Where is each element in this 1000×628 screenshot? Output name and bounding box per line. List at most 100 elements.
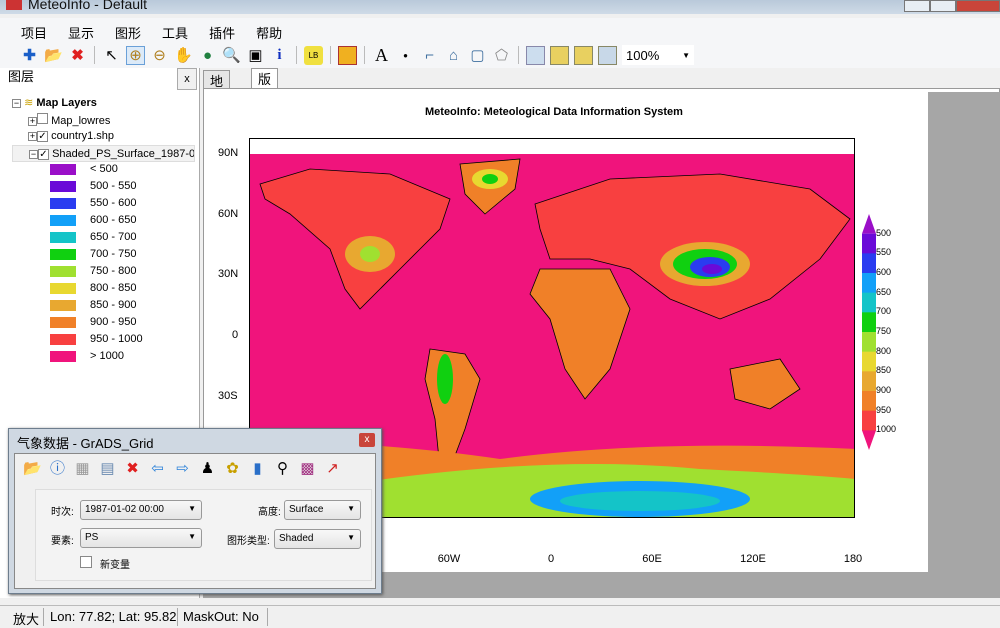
animation-settings-icon[interactable]: ✿ [223, 458, 242, 477]
label-icon[interactable]: LB [304, 45, 323, 65]
variable-select[interactable]: PS ▼ [80, 528, 202, 548]
polyline-icon[interactable]: ⌐ [420, 46, 439, 65]
menu-plugins[interactable]: 插件 [209, 23, 235, 42]
open-folder-icon[interactable]: 📂 [23, 458, 42, 477]
menu-help[interactable]: 帮助 [256, 23, 282, 42]
dialog-toolbar: 📂 ⓘ ▦ ▤ ✖ ⇦ ⇨ ♟ ✿ ▮ ⚲ ▩ ↗ [23, 458, 342, 478]
section-icon[interactable]: ⚲ [273, 458, 292, 477]
page-setup-icon[interactable] [526, 45, 545, 65]
dialog-options-group: 时次: 1987-01-02 00:00 ▼ 高度: Surface ▼ 要素: P… [35, 489, 372, 581]
legend-item[interactable]: 550 - 600 [50, 197, 136, 209]
tree-root[interactable]: − ≋ Map Layers [12, 96, 97, 109]
dialog-close-button[interactable]: x [359, 433, 375, 447]
info-icon[interactable]: i [270, 46, 289, 65]
collapse-icon[interactable]: − [29, 150, 38, 159]
layer-item-shaded-ps[interactable]: − ✓ Shaded_PS_Surface_1987-0 [12, 145, 195, 162]
time-select[interactable]: 1987-01-02 00:00 ▼ [80, 500, 202, 520]
pointer-icon[interactable]: ↖ [102, 46, 121, 65]
legend-item[interactable]: 700 - 750 [50, 248, 136, 260]
legend-edit-icon[interactable]: ▮ [248, 458, 267, 477]
layers-panel-close-button[interactable]: x [177, 68, 197, 90]
page-zoom-in-icon[interactable] [550, 45, 569, 65]
colorbar-label: 550 [876, 247, 892, 258]
zoom-level-select[interactable]: 100% ▼ [622, 45, 694, 65]
level-select[interactable]: Surface ▼ [284, 500, 361, 520]
pan-hand-icon[interactable]: ✋ [174, 46, 193, 65]
remove-icon[interactable]: ✖ [68, 46, 87, 65]
point-icon[interactable]: ● [396, 46, 415, 65]
legend-item[interactable]: < 500 [50, 163, 118, 175]
plot-chart-icon[interactable]: ↗ [323, 458, 342, 477]
level-value: Surface [289, 504, 324, 515]
new-variable-checkbox[interactable] [80, 556, 92, 568]
info-icon[interactable]: ⓘ [48, 458, 67, 477]
save-icon[interactable] [338, 45, 357, 65]
legend-item[interactable]: > 1000 [50, 350, 124, 362]
legend-label: 600 - 650 [90, 214, 137, 226]
layer-checkbox[interactable] [37, 113, 48, 124]
polygon-icon[interactable]: ⬠ [492, 46, 511, 65]
meteo-data-dialog: 气象数据 - GrADS_Grid x 📂 ⓘ ▦ ▤ ✖ ⇦ ⇨ ♟ ✿ ▮ … [8, 428, 382, 594]
tab-layout[interactable]: 版面 [251, 68, 279, 106]
page-fit-icon[interactable] [598, 45, 617, 65]
status-mode: 放大 [13, 612, 40, 627]
legend-swatch [50, 299, 76, 311]
collapse-icon[interactable]: − [12, 99, 21, 108]
rectangle-icon[interactable]: ▢ [468, 46, 487, 65]
curve-polygon-icon[interactable]: ⌂ [444, 46, 463, 65]
legend-swatch [50, 197, 76, 209]
animation-icon[interactable]: ♟ [198, 458, 217, 477]
minimize-button[interactable] [904, 0, 930, 12]
legend-swatch [50, 265, 76, 277]
zoom-out-icon[interactable]: ⊖ [150, 46, 169, 65]
layer-item-country1[interactable]: + ✓ country1.shp [28, 130, 114, 142]
colorbar-label: 500 [876, 227, 892, 238]
legend-item[interactable]: 500 - 550 [50, 180, 136, 192]
arrow-left-icon[interactable]: ⇦ [148, 458, 167, 477]
legend-swatch [50, 350, 76, 362]
graphic-type-select[interactable]: Shaded ▼ [274, 529, 361, 549]
menu-graphics[interactable]: 图形 [115, 23, 141, 42]
grid-icon[interactable]: ▦ [73, 458, 92, 477]
chevron-down-icon: ▼ [347, 504, 355, 513]
legend-item[interactable]: 800 - 850 [50, 282, 136, 294]
menu-project[interactable]: 项目 [21, 23, 47, 42]
legend-item[interactable]: 950 - 1000 [50, 333, 143, 345]
menu-view[interactable]: 显示 [68, 23, 94, 42]
legend-label: < 500 [90, 163, 118, 175]
legend-item[interactable]: 600 - 650 [50, 214, 136, 226]
legend-swatch [50, 180, 76, 192]
map-title: MeteoInfo: Meteological Data Information… [425, 106, 683, 118]
tab-map[interactable]: 地图 [203, 70, 231, 108]
maximize-button[interactable] [930, 0, 956, 12]
globe-icon[interactable]: ● [198, 46, 217, 65]
title-bar: MeteoInfo - Default [0, 0, 1000, 14]
expand-icon[interactable]: + [28, 132, 37, 141]
menu-tools[interactable]: 工具 [162, 23, 188, 42]
text-icon[interactable]: A [372, 45, 391, 65]
close-window-button[interactable] [956, 0, 1000, 12]
zoom-in-icon[interactable]: ⊕ [126, 45, 145, 65]
zoom-extent-icon[interactable]: ▣ [246, 46, 265, 65]
legend-item[interactable]: 850 - 900 [50, 299, 136, 311]
layer-checkbox[interactable]: ✓ [37, 131, 48, 142]
tree-root-label: Map Layers [36, 97, 97, 109]
legend-item[interactable]: 650 - 700 [50, 231, 136, 243]
menu-bar: 项目 显示 图形 工具 插件 帮助 [0, 18, 1000, 42]
layer-checkbox[interactable]: ✓ [38, 149, 49, 160]
expand-icon[interactable]: + [28, 117, 37, 126]
open-folder-icon[interactable]: 📂 [44, 46, 63, 65]
arrow-right-icon[interactable]: ⇨ [173, 458, 192, 477]
colorbar-segment [862, 391, 876, 412]
layer-item-map-lowres[interactable]: + Map_lowres [28, 113, 110, 127]
legend-item[interactable]: 750 - 800 [50, 265, 136, 277]
remove-icon[interactable]: ✖ [123, 458, 142, 477]
add-layer-icon[interactable]: ✚ [20, 46, 39, 65]
plot-map-icon[interactable]: ▩ [298, 458, 317, 477]
layer-label: Map_lowres [51, 115, 111, 127]
table-icon[interactable]: ▤ [98, 458, 117, 477]
legend-swatch [50, 282, 76, 294]
page-zoom-out-icon[interactable] [574, 45, 593, 65]
legend-item[interactable]: 900 - 950 [50, 316, 136, 328]
magnifier-icon[interactable]: 🔍 [222, 46, 241, 65]
